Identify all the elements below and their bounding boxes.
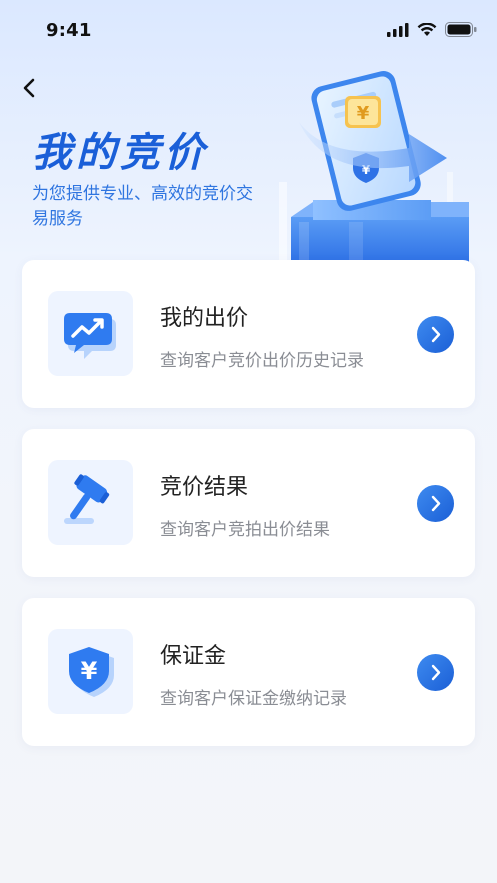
card-icon-container	[48, 291, 133, 376]
status-time: 9:41	[46, 20, 92, 41]
card-description: 查询客户竞价出价历史记录	[160, 351, 364, 371]
status-icons	[387, 22, 477, 37]
status-bar: 9:41	[0, 0, 497, 60]
card-icon-container: ¥	[48, 629, 133, 714]
svg-text:¥: ¥	[81, 657, 98, 685]
card-description: 查询客户保证金缴纳记录	[160, 689, 347, 709]
signal-icon	[387, 22, 409, 37]
card-deposit[interactable]: ¥ 保证金 查询客户保证金缴纳记录	[22, 598, 475, 746]
card-description: 查询客户竞拍出价结果	[160, 520, 330, 540]
chevron-right-icon	[431, 326, 441, 343]
card-icon-container	[48, 460, 133, 545]
chart-chat-icon	[64, 313, 116, 359]
card-title: 保证金	[160, 644, 227, 669]
card-title: 竞价结果	[160, 475, 249, 500]
card-arrow-button[interactable]	[417, 316, 454, 353]
page-title: 我的竞价	[32, 130, 208, 176]
back-button[interactable]	[16, 74, 44, 102]
wifi-icon	[417, 22, 437, 36]
chevron-right-icon	[431, 664, 441, 681]
card-title: 我的出价	[160, 306, 249, 331]
svg-text:¥: ¥	[357, 103, 370, 124]
page-subtitle: 为您提供专业、高效的竞价交易服务	[32, 184, 253, 229]
card-my-bids[interactable]: 我的出价 查询客户竞价出价历史记录	[22, 260, 475, 408]
chevron-right-icon	[431, 495, 441, 512]
battery-icon	[445, 22, 477, 37]
gavel-icon	[64, 474, 110, 524]
card-arrow-button[interactable]	[417, 654, 454, 691]
chevron-left-icon	[23, 78, 35, 98]
hero-illustration: ¥ ¥	[269, 62, 469, 262]
card-bid-results[interactable]: 竞价结果 查询客户竞拍出价结果	[22, 429, 475, 577]
card-arrow-button[interactable]	[417, 485, 454, 522]
yuan-shield-icon: ¥	[69, 647, 114, 697]
